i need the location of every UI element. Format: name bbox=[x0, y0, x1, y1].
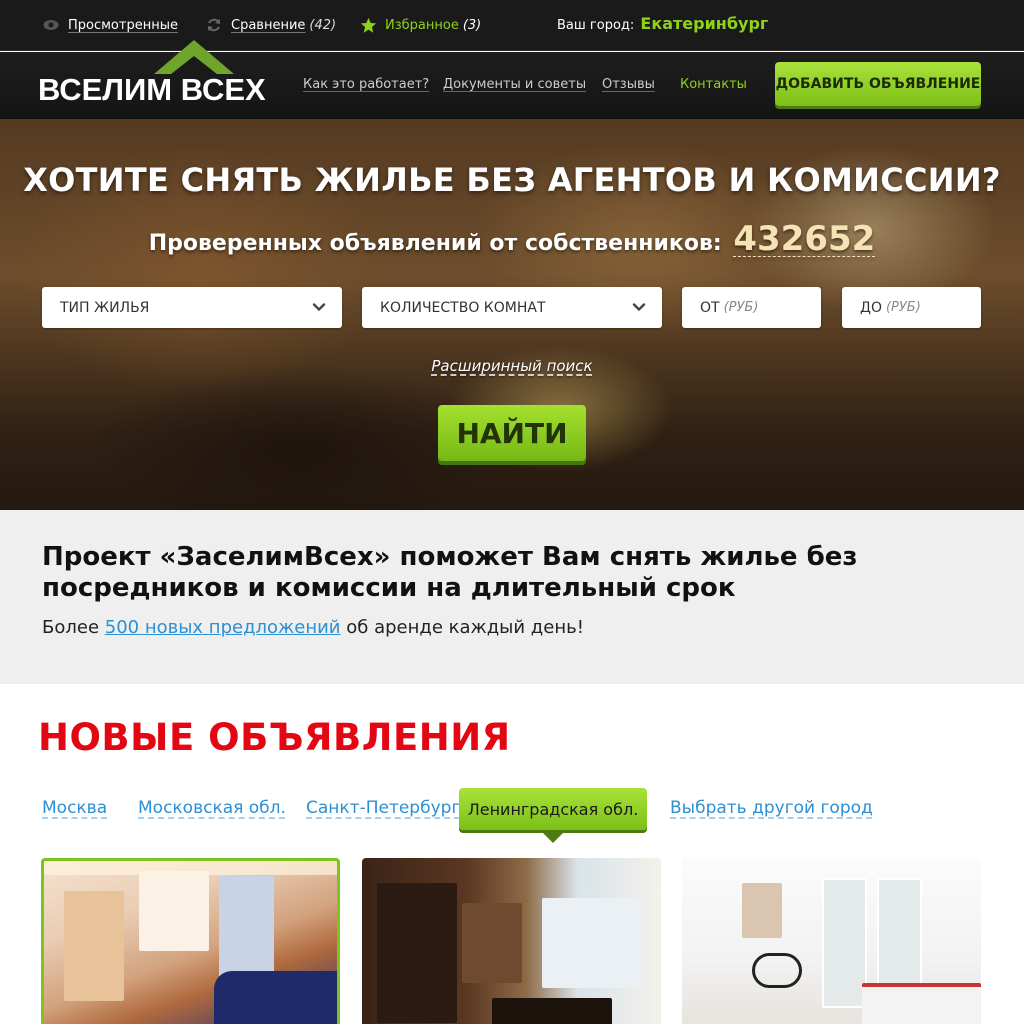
listing-count[interactable]: 432652 bbox=[733, 219, 875, 259]
hero-title: ХОТИТЕ СНЯТЬ ЖИЛЬЕ БЕЗ АГЕНТОВ И КОМИССИ… bbox=[23, 161, 1001, 199]
site-logo[interactable]: ВСЕЛИМ ВСЕХ bbox=[38, 40, 278, 112]
refresh-icon bbox=[205, 16, 223, 34]
nav-reviews[interactable]: Отзывы bbox=[602, 77, 655, 92]
tab-moscow[interactable]: Москва bbox=[42, 798, 107, 818]
listing-card-image[interactable] bbox=[362, 858, 661, 1024]
hero-search: ХОТИТЕ СНЯТЬ ЖИЛЬЕ БЕЗ АГЕНТОВ И КОМИССИ… bbox=[0, 119, 1024, 510]
housing-type-select[interactable]: ТИП ЖИЛЬЯ bbox=[42, 287, 342, 328]
city-value[interactable]: Екатеринбург bbox=[640, 14, 768, 33]
compare-label: Сравнение bbox=[231, 17, 306, 33]
rooms-count-select[interactable]: КОЛИЧЕСТВО КОМНАТ bbox=[362, 287, 662, 328]
listing-card-image[interactable] bbox=[682, 858, 981, 1024]
city-label: Ваш город: bbox=[557, 18, 635, 33]
intro-section: Проект «ЗаселимВсех» поможет Вам снять ж… bbox=[0, 510, 1024, 684]
tab-leningrad-region[interactable]: Ленинградская обл. bbox=[459, 788, 647, 830]
find-button[interactable]: НАЙТИ bbox=[438, 405, 586, 461]
nav-documents[interactable]: Документы и советы bbox=[443, 77, 586, 92]
nav-contacts[interactable]: Контакты bbox=[680, 77, 747, 92]
price-to-input[interactable]: ДО (РУБ) bbox=[842, 287, 981, 328]
advanced-search-link[interactable]: Расширинный поиск bbox=[431, 357, 592, 375]
listing-card-image[interactable] bbox=[41, 858, 340, 1024]
favorites-count: (3) bbox=[462, 17, 482, 33]
viewed-label: Просмотренные bbox=[68, 17, 178, 33]
main-navigation: ВСЕЛИМ ВСЕХ Как это работает? Документы … bbox=[0, 40, 1024, 119]
favorites-label: Избранное bbox=[385, 17, 459, 33]
chevron-down-icon bbox=[312, 300, 326, 314]
tab-moscow-region[interactable]: Московская обл. bbox=[138, 798, 286, 818]
hero-subtitle: Проверенных объявлений от собственников:… bbox=[148, 219, 876, 259]
favorites-link[interactable]: Избранное (3) bbox=[359, 16, 481, 34]
compare-link[interactable]: Сравнение (42) bbox=[205, 16, 336, 34]
city-selector[interactable]: Ваш город: Екатеринбург bbox=[557, 14, 768, 33]
add-listing-button[interactable]: Добавить объявление bbox=[775, 62, 981, 106]
viewed-link[interactable]: Просмотренные bbox=[42, 16, 178, 34]
intro-text: Более 500 новых предложений об аренде ка… bbox=[42, 617, 584, 638]
logo-text: ВСЕЛИМ ВСЕХ bbox=[38, 72, 266, 107]
tab-choose-city[interactable]: Выбрать другой город bbox=[670, 798, 873, 818]
eye-icon bbox=[42, 16, 60, 34]
star-icon bbox=[359, 16, 377, 34]
new-offers-link[interactable]: 500 новых предложений bbox=[105, 617, 341, 638]
tab-saint-petersburg[interactable]: Санкт-Петербург bbox=[306, 798, 460, 818]
active-tab-pointer bbox=[543, 833, 563, 843]
chevron-down-icon bbox=[632, 300, 646, 314]
price-from-input[interactable]: ОТ (РУБ) bbox=[682, 287, 821, 328]
nav-how-it-works[interactable]: Как это работает? bbox=[303, 77, 429, 92]
new-listings-title: НОВЫЕ ОБЪЯВЛЕНИЯ bbox=[38, 716, 511, 759]
intro-heading: Проект «ЗаселимВсех» поможет Вам снять ж… bbox=[42, 542, 858, 603]
compare-count: (42) bbox=[309, 17, 337, 33]
